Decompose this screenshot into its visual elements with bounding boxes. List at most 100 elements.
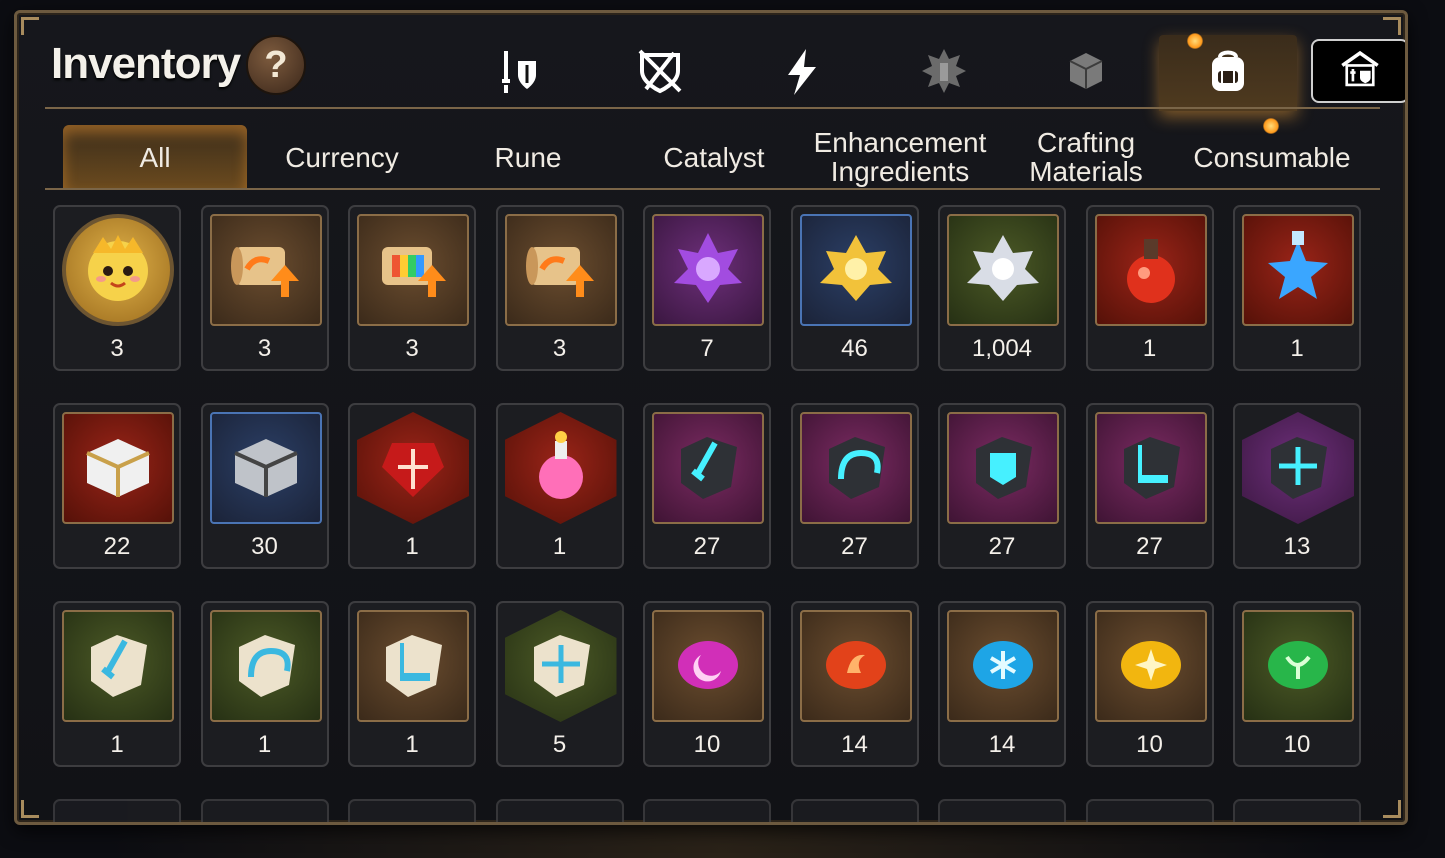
inventory-item-slot[interactable]: 5 — [495, 601, 624, 767]
scroll-upgrade-icon — [223, 225, 309, 316]
tab-label: Crafting Materials — [1029, 127, 1143, 187]
inventory-item-slot-partial[interactable] — [938, 799, 1066, 822]
inventory-item-slot[interactable]: 30 — [200, 403, 329, 569]
inventory-item-slot[interactable]: 46 — [790, 205, 919, 371]
item-frame — [652, 412, 764, 524]
item-count: 46 — [841, 335, 868, 362]
inventory-item-slot[interactable]: 1 — [53, 601, 181, 767]
inventory-item-slot[interactable]: 10 — [1085, 601, 1214, 767]
panel-corner — [1383, 17, 1401, 35]
inventory-item-slot[interactable]: 22 — [53, 403, 181, 569]
tab-crafting[interactable]: Crafting Materials — [993, 125, 1179, 189]
star-potion-icon — [1255, 225, 1341, 316]
tab-label: Rune — [494, 141, 562, 173]
inventory-item-slot[interactable]: 14 — [790, 601, 919, 767]
inventory-item-slot-partial[interactable] — [495, 799, 624, 822]
tab-enhancement[interactable]: Enhancement Ingredients — [807, 125, 993, 189]
tab-label: Consumable — [1193, 141, 1351, 173]
item-count: 22 — [103, 533, 131, 560]
category-button-splash-emblem[interactable] — [873, 35, 1015, 111]
inventory-item-slot-partial[interactable] — [53, 799, 181, 822]
inventory-item-slot-partial[interactable] — [200, 799, 329, 822]
helmet-rune-stone-icon — [813, 423, 899, 514]
inventory-item-slot[interactable]: 1 — [348, 403, 476, 569]
inventory-item-slot[interactable]: 27 — [643, 403, 771, 569]
inventory-item-slot[interactable]: 3 — [200, 205, 329, 371]
help-button[interactable]: ? — [246, 35, 306, 95]
item-count: 27 — [1136, 533, 1163, 560]
inventory-item-slot-partial[interactable] — [1233, 799, 1361, 822]
inventory-item-slot[interactable]: 3 — [53, 205, 181, 371]
inventory-item-slot[interactable]: 14 — [938, 601, 1066, 767]
tab-currency[interactable]: Currency — [249, 125, 435, 189]
light-orb-icon — [1108, 621, 1194, 712]
item-count: 3 — [552, 335, 567, 362]
item-frame — [62, 214, 174, 326]
tab-label: Currency — [285, 141, 399, 173]
item-frame — [357, 214, 469, 326]
category-button-broken-shield[interactable] — [589, 35, 731, 111]
item-count: 3 — [405, 335, 419, 362]
tab-catalyst[interactable]: Catalyst — [621, 125, 807, 189]
inventory-item-slot[interactable]: 1 — [200, 601, 329, 767]
item-frame — [62, 412, 174, 524]
mascot-icon — [75, 225, 161, 316]
earth-orb-icon — [1255, 621, 1341, 712]
item-frame — [799, 412, 912, 524]
sword-rune-pebble-icon — [75, 621, 161, 712]
item-frame — [357, 412, 469, 524]
category-button-backpack[interactable] — [1159, 35, 1297, 111]
inventory-item-slot-partial[interactable] — [1085, 799, 1214, 822]
divider — [45, 107, 1380, 109]
inventory-item-slot[interactable]: 1 — [1085, 205, 1214, 371]
filter-tabs: All Currency Rune Catalyst Enhancement Ingre… — [63, 125, 1365, 189]
scroll-upgrade-icon — [518, 225, 604, 316]
item-count: 1 — [552, 533, 567, 560]
inventory-item-slot[interactable]: 13 — [1233, 403, 1361, 569]
inventory-item-slot[interactable]: 1 — [1233, 205, 1361, 371]
backpack-icon — [1202, 45, 1254, 102]
item-frame — [62, 610, 174, 722]
inventory-item-slot[interactable]: 27 — [790, 403, 919, 569]
item-frame — [357, 610, 469, 722]
tab-label: All — [139, 141, 171, 173]
inventory-item-slot[interactable]: 1,004 — [938, 205, 1066, 371]
inventory-item-slot[interactable]: 3 — [495, 205, 624, 371]
inventory-item-slot-partial[interactable] — [643, 799, 771, 822]
category-button-lightning[interactable] — [731, 35, 873, 111]
inventory-item-slot[interactable]: 7 — [643, 205, 771, 371]
inventory-item-slot[interactable]: 3 — [348, 205, 476, 371]
inventory-item-slot[interactable]: 27 — [938, 403, 1066, 569]
tab-all[interactable]: All — [63, 125, 247, 189]
purple-crystal-icon — [665, 225, 751, 316]
item-count: 1 — [1290, 335, 1304, 362]
item-count: 1 — [1142, 335, 1157, 362]
tab-rune[interactable]: Rune — [435, 125, 621, 189]
item-frame — [1242, 412, 1354, 524]
item-frame — [1094, 214, 1207, 326]
category-button-storage-house[interactable] — [1311, 39, 1405, 103]
inventory-item-slot[interactable]: 10 — [1233, 601, 1361, 767]
inventory-item-slot[interactable]: 1 — [495, 403, 624, 569]
item-frame — [652, 610, 764, 722]
item-count: 1 — [110, 731, 124, 758]
item-frame — [652, 214, 764, 326]
category-button-box[interactable] — [1015, 35, 1157, 111]
inventory-item-slot[interactable]: 27 — [1085, 403, 1214, 569]
inventory-item-slot-partial[interactable] — [790, 799, 919, 822]
item-frame — [1094, 610, 1207, 722]
tab-consumable[interactable]: Consumable — [1179, 125, 1365, 189]
inventory-item-slot-partial[interactable] — [348, 799, 476, 822]
inventory-item-slot[interactable]: 1 — [348, 601, 476, 767]
inventory-item-slot[interactable]: 10 — [643, 601, 771, 767]
item-frame — [504, 412, 617, 524]
panel-corner — [1383, 800, 1401, 818]
item-frame — [1094, 412, 1207, 524]
category-button-sword-shield[interactable] — [447, 35, 589, 111]
inventory-panel: Inventory ? All Currency Rune Catalyst Enhan… — [14, 10, 1408, 825]
sword-rune-stone-icon — [665, 423, 751, 514]
category-icon-bar — [447, 35, 1405, 115]
red-gem-icon — [370, 423, 456, 514]
page-title: Inventory — [51, 39, 241, 88]
item-count: 7 — [700, 335, 714, 362]
